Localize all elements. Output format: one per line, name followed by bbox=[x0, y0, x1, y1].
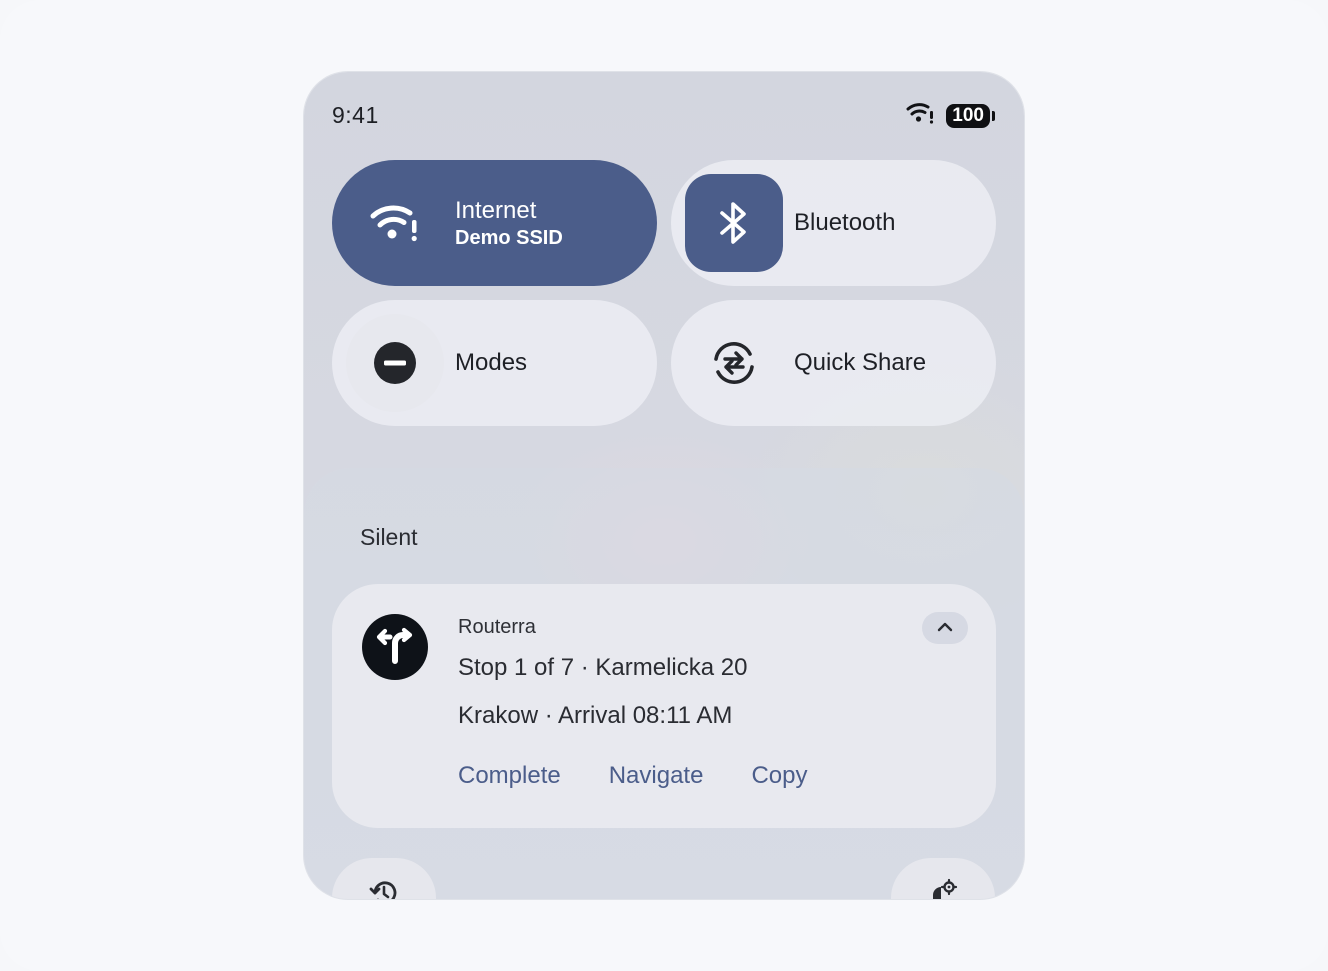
tile-internet[interactable]: Internet Demo SSID bbox=[332, 160, 657, 286]
battery-indicator: 100 bbox=[946, 103, 995, 128]
notification-settings-icon bbox=[928, 878, 958, 899]
status-icons: 100 bbox=[906, 102, 995, 129]
notification-app-name: Routerra bbox=[458, 616, 536, 638]
collapse-button[interactable] bbox=[922, 612, 968, 644]
phone-screen: 9:41 100 Internet Demo SSID Bluetooth Mo… bbox=[304, 72, 1024, 899]
tile-bluetooth[interactable]: Bluetooth bbox=[671, 160, 996, 286]
notification-text: Krakow · Arrival 08:11 AM bbox=[458, 702, 733, 729]
tile-internet-sublabel: Demo SSID bbox=[455, 226, 563, 249]
chevron-up-icon bbox=[937, 619, 953, 637]
history-icon bbox=[369, 878, 399, 899]
bluetooth-icon bbox=[685, 174, 783, 272]
action-copy-button[interactable]: Copy bbox=[751, 762, 807, 790]
tile-modes[interactable]: Modes bbox=[332, 300, 657, 426]
tile-quick-share-label: Quick Share bbox=[794, 349, 927, 376]
tile-modes-label: Modes bbox=[455, 349, 528, 376]
action-navigate-button[interactable]: Navigate bbox=[609, 762, 704, 790]
wifi-alert-icon bbox=[906, 102, 934, 129]
status-time: 9:41 bbox=[332, 102, 379, 128]
do-not-disturb-icon bbox=[346, 314, 444, 412]
wifi-alert-icon bbox=[346, 174, 444, 272]
turn-arrow-icon bbox=[362, 614, 428, 680]
tile-bluetooth-label: Bluetooth bbox=[794, 209, 896, 236]
tile-internet-label: Internet bbox=[455, 196, 537, 224]
screenshot-frame: 9:41 100 Internet Demo SSID Bluetooth Mo… bbox=[0, 0, 1328, 971]
section-title-silent: Silent bbox=[360, 524, 418, 550]
tile-quick-share[interactable]: Quick Share bbox=[671, 300, 996, 426]
action-complete-button[interactable]: Complete bbox=[458, 762, 561, 790]
quick-share-icon bbox=[685, 314, 783, 412]
notification-card[interactable]: Routerra Stop 1 of 7 · Karmelicka 20 Kra… bbox=[332, 584, 996, 828]
notification-title: Stop 1 of 7 · Karmelicka 20 bbox=[458, 654, 748, 681]
notification-actions: Complete Navigate Copy bbox=[458, 762, 807, 790]
